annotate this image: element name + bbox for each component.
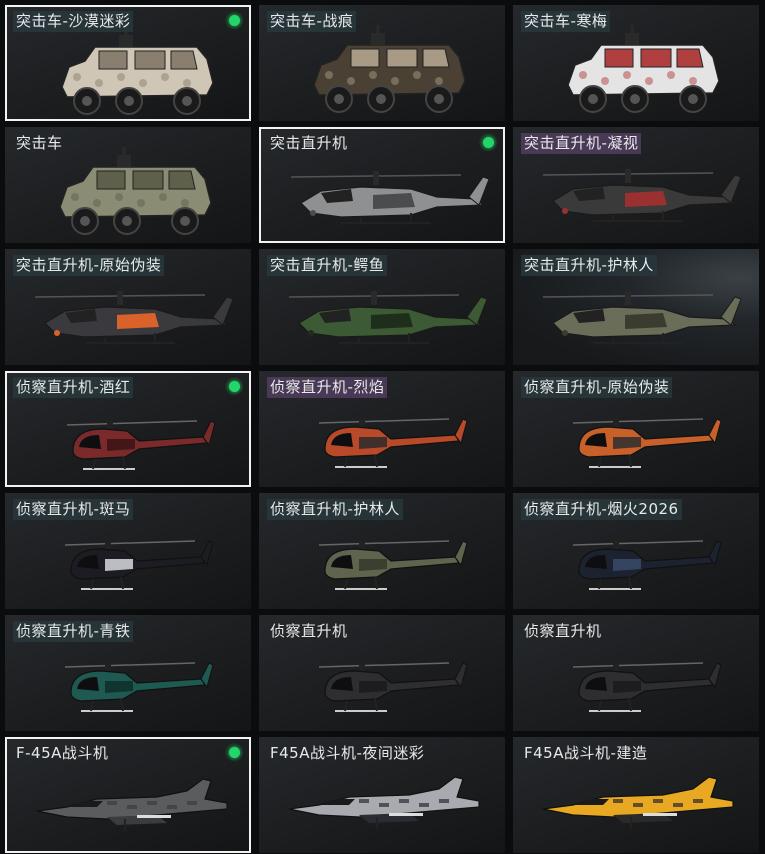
attack-heli-image [542, 169, 742, 222]
skin-name-label: 侦察直升机-护林人 [267, 499, 403, 520]
skin-card[interactable]: 侦察直升机-护林人 [259, 493, 505, 609]
vehicle-image [567, 25, 720, 113]
skin-name-label: 侦察直升机 [270, 622, 348, 640]
skin-name-label: 突击直升机-护林人 [521, 255, 657, 276]
scout-heli-image [318, 540, 468, 590]
skin-card[interactable]: 突击直升机-护林人 [513, 249, 759, 365]
scout-heli-image [572, 418, 722, 468]
skin-card[interactable]: 侦察直升机-原始伪装 [513, 371, 759, 487]
skin-card[interactable]: 突击车 [5, 127, 251, 243]
scout-heli-image [64, 540, 214, 590]
skin-name-label: 侦察直升机 [524, 622, 602, 640]
skin-name-label: 突击车-沙漠迷彩 [13, 11, 134, 32]
attack-heli-image [290, 171, 490, 224]
equipped-indicator-icon [479, 133, 497, 151]
skin-name-label: 突击车-寒梅 [521, 11, 611, 32]
vehicle-image [61, 27, 214, 115]
skin-card[interactable]: 侦察直升机-青铁 [5, 615, 251, 731]
skin-card[interactable]: 突击直升机-鳄鱼 [259, 249, 505, 365]
skin-card[interactable]: F45A战斗机-建造 [513, 737, 759, 853]
scout-heli-image [64, 662, 214, 712]
skin-card[interactable]: 侦察直升机-斑马 [5, 493, 251, 609]
skin-card[interactable]: F45A战斗机-夜间迷彩 [259, 737, 505, 853]
scout-heli-image [66, 420, 216, 470]
vehicle-image [313, 25, 466, 113]
skin-card[interactable]: 侦察直升机-烈焰 [259, 371, 505, 487]
skin-card[interactable]: 侦察直升机-酒红 [5, 371, 251, 487]
equipped-indicator-icon [225, 743, 243, 761]
skin-name-label: 突击车 [16, 134, 63, 152]
skin-name-label: F45A战斗机-建造 [524, 744, 648, 762]
skin-card[interactable]: 突击直升机-凝视 [513, 127, 759, 243]
attack-heli-image [542, 291, 742, 344]
skin-card[interactable]: 突击车-沙漠迷彩 [5, 5, 251, 121]
skin-name-label: 侦察直升机-烈焰 [267, 377, 388, 398]
equipped-indicator-icon [225, 11, 243, 29]
vehicle-image [59, 147, 212, 235]
jet-image [36, 778, 228, 831]
skin-name-label: 突击车-战痕 [267, 11, 357, 32]
skin-name-label: 侦察直升机-斑马 [13, 499, 134, 520]
skin-name-label: F-45A战斗机 [16, 744, 109, 762]
skin-name-label: 突击直升机-鳄鱼 [267, 255, 388, 276]
jet-image [542, 776, 734, 829]
skin-name-label: 侦察直升机-烟火2026 [521, 499, 682, 520]
skin-card[interactable]: 侦察直升机-烟火2026 [513, 493, 759, 609]
skin-grid: 突击车-沙漠迷彩 突击车-战痕 突击车-寒梅 突击车 突击直升机 突击直升机-凝视 突击直升… [5, 5, 759, 853]
skin-name-label: 侦察直升机-酒红 [13, 377, 134, 398]
scout-heli-image [318, 418, 468, 468]
skin-card[interactable]: 突击车-寒梅 [513, 5, 759, 121]
skin-name-label: 突击直升机-原始伪装 [13, 255, 165, 276]
skin-card[interactable]: 突击直升机-原始伪装 [5, 249, 251, 365]
skin-card[interactable]: 突击直升机 [259, 127, 505, 243]
skin-name-label: 侦察直升机-原始伪装 [521, 377, 673, 398]
scout-heli-image [318, 662, 468, 712]
attack-heli-image [288, 291, 488, 344]
skin-card[interactable]: 突击车-战痕 [259, 5, 505, 121]
skin-name-label: F45A战斗机-夜间迷彩 [270, 744, 425, 762]
jet-image [288, 776, 480, 829]
scout-heli-image [572, 662, 722, 712]
skin-name-label: 突击直升机 [270, 134, 348, 152]
skin-card[interactable]: 侦察直升机 [259, 615, 505, 731]
attack-heli-image [34, 291, 234, 344]
equipped-indicator-icon [225, 377, 243, 395]
skin-name-label: 侦察直升机-青铁 [13, 621, 134, 642]
skin-card[interactable]: F-45A战斗机 [5, 737, 251, 853]
skin-card[interactable]: 侦察直升机 [513, 615, 759, 731]
skin-name-label: 突击直升机-凝视 [521, 133, 642, 154]
scout-heli-image [572, 540, 722, 590]
